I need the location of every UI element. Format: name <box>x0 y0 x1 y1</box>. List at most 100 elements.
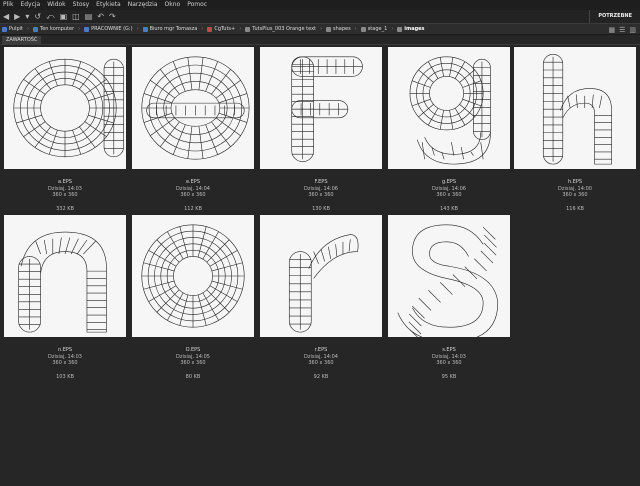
camera-icon[interactable]: ▣ <box>60 10 68 23</box>
folder-icon <box>397 26 403 32</box>
toolbar: ◀ ▶ ▾ ↺ ⤺ ▣ ◫ ▤ ↶ ↷ <box>0 10 640 23</box>
thumbnail-item[interactable]: a.EPS Dzisiaj, 14:03 360 x 360 332 KB <box>4 47 126 212</box>
breadcrumb-item[interactable]: PRACOWNIE (G:) <box>84 26 133 32</box>
breadcrumb-item[interactable]: Ten komputer <box>33 26 74 32</box>
thumbnail-preview[interactable] <box>260 215 382 337</box>
content-panel-tab[interactable]: ZAWARTOŚĆ <box>2 36 42 44</box>
breadcrumb-label: stage_1 <box>367 26 388 32</box>
list-view-icon[interactable]: ☰ <box>619 25 625 35</box>
menu-window[interactable]: Okno <box>165 0 181 10</box>
thumbnail-preview[interactable] <box>388 47 510 169</box>
thumbnail-item[interactable]: r.EPS Dzisiaj, 14:04 360 x 360 92 KB <box>260 215 382 380</box>
thumbnail-item[interactable]: F.EPS Dzisiaj, 14:06 360 x 360 130 KB <box>260 47 382 212</box>
thumbnail-metadata: h.EPS Dzisiaj, 14:00 360 x 360 116 KB <box>514 179 636 212</box>
menu-view[interactable]: Widok <box>47 0 65 10</box>
thumbnail-preview[interactable] <box>388 215 510 337</box>
view-controls: ▦ ☰ ▥ <box>604 25 636 35</box>
workspace-selector[interactable]: POTRZEBNE <box>589 10 640 23</box>
computer-icon <box>33 26 39 32</box>
folder-icon <box>142 26 148 32</box>
thumbnail-item[interactable]: O.EPS Dzisiaj, 14:05 360 x 360 80 KB <box>132 215 254 380</box>
thumbnail-item[interactable]: h.EPS Dzisiaj, 14:00 360 x 360 116 KB <box>514 47 636 212</box>
thumbnail-item[interactable]: g.EPS Dzisiaj, 14:06 360 x 360 143 KB <box>388 47 510 212</box>
folder-icon <box>245 26 251 32</box>
open-recent-icon[interactable]: ▤ <box>85 10 93 23</box>
folder-icon <box>207 26 213 32</box>
chevron-down-icon[interactable]: ▾ <box>25 10 29 23</box>
file-dimensions: 360 x 360 <box>436 360 462 366</box>
breadcrumb-item[interactable]: stage_1 <box>360 26 388 32</box>
drive-icon <box>84 26 90 32</box>
menu-file[interactable]: Plik <box>3 0 13 10</box>
breadcrumb-label: PRACOWNIE (G:) <box>91 26 133 32</box>
forward-icon[interactable]: ▶ <box>14 10 20 23</box>
breadcrumb-label: CgTuts+ <box>214 26 236 32</box>
chevron-right-icon: › <box>391 26 394 32</box>
file-dimensions: 360 x 360 <box>52 192 78 198</box>
breadcrumb-item[interactable]: shapes <box>326 26 351 32</box>
file-dimensions: 360 x 360 <box>436 192 462 198</box>
thumbnail-preview[interactable] <box>132 215 254 337</box>
menu-label[interactable]: Etykieta <box>96 0 121 10</box>
folder-icon <box>326 26 331 32</box>
refine-icon[interactable]: ◫ <box>72 10 80 23</box>
thumbnail-metadata: g.EPS Dzisiaj, 14:06 360 x 360 143 KB <box>388 179 510 212</box>
chevron-right-icon: › <box>354 26 357 32</box>
breadcrumb-item[interactable]: CgTuts+ <box>207 26 235 32</box>
thumbnail-metadata: F.EPS Dzisiaj, 14:06 360 x 360 130 KB <box>260 179 382 212</box>
thumbnail-metadata: n.EPS Dzisiaj, 14:03 360 x 360 103 KB <box>4 347 126 380</box>
menu-stacks[interactable]: Stosy <box>73 0 90 10</box>
file-dimensions: 360 x 360 <box>180 360 206 366</box>
file-dimensions: 360 x 360 <box>308 192 334 198</box>
thumbnail-metadata: s.EPS Dzisiaj, 14:03 360 x 360 95 KB <box>388 347 510 380</box>
file-size: 103 KB <box>56 373 74 380</box>
boomerang-icon[interactable]: ⤺ <box>46 10 55 23</box>
chevron-right-icon: › <box>201 26 204 32</box>
chevron-right-icon: › <box>239 26 242 32</box>
back-icon[interactable]: ◀ <box>3 10 9 23</box>
menu-bar: Plik Edycja Widok Stosy Etykieta Narzędz… <box>0 0 640 10</box>
breadcrumb-label: shapes <box>333 26 351 32</box>
chevron-right-icon: › <box>27 26 30 32</box>
breadcrumb-item[interactable]: Biuro mgr Tomasza <box>142 26 198 32</box>
breadcrumb-item[interactable]: images <box>397 26 425 32</box>
thumbnail-preview[interactable] <box>132 47 254 169</box>
breadcrumb-label: Ten komputer <box>40 26 75 32</box>
thumbnail-item[interactable]: n.EPS Dzisiaj, 14:03 360 x 360 103 KB <box>4 215 126 380</box>
chevron-right-icon: › <box>78 26 81 32</box>
breadcrumb-label: Biuro mgr Tomasza <box>149 26 198 32</box>
breadcrumb-label: images <box>404 26 425 32</box>
thumbnail-preview[interactable] <box>260 47 382 169</box>
grid-view-icon[interactable]: ▦ <box>608 25 615 35</box>
rotate-right-icon[interactable]: ↷ <box>109 10 116 23</box>
thumbnail-preview[interactable] <box>4 47 126 169</box>
file-dimensions: 360 x 360 <box>562 192 588 198</box>
file-size: 92 KB <box>313 373 329 380</box>
file-dimensions: 360 x 360 <box>180 192 206 198</box>
thumbnail-metadata: r.EPS Dzisiaj, 14:04 360 x 360 92 KB <box>260 347 382 380</box>
file-size: 112 KB <box>184 205 202 212</box>
folder-icon <box>360 26 366 32</box>
file-size: 130 KB <box>312 205 330 212</box>
panel-divider <box>0 44 640 45</box>
breadcrumb-item[interactable]: TutsPlus_003 Orange text <box>245 26 316 32</box>
file-size: 80 KB <box>185 373 201 380</box>
rotate-icon[interactable]: ↺ <box>34 10 41 23</box>
thumbnail-preview[interactable] <box>4 215 126 337</box>
thumbnail-metadata: e.EPS Dzisiaj, 14:04 360 x 360 112 KB <box>132 179 254 212</box>
thumbnail-preview[interactable] <box>514 47 636 169</box>
menu-tools[interactable]: Narzędzia <box>128 0 158 10</box>
file-dimensions: 360 x 360 <box>308 360 334 366</box>
chevron-right-icon: › <box>136 26 139 32</box>
chevron-right-icon: › <box>320 26 322 32</box>
details-view-icon[interactable]: ▥ <box>629 25 636 35</box>
thumbnail-item[interactable]: e.EPS Dzisiaj, 14:04 360 x 360 112 KB <box>132 47 254 212</box>
rotate-left-icon[interactable]: ↶ <box>97 10 104 23</box>
breadcrumb-item[interactable]: Pulpit <box>2 26 23 32</box>
menu-edit[interactable]: Edycja <box>20 0 40 10</box>
desktop-icon <box>2 26 7 32</box>
breadcrumb-label: Pulpit <box>9 26 24 32</box>
thumbnail-item[interactable]: s.EPS Dzisiaj, 14:03 360 x 360 95 KB <box>388 215 510 380</box>
file-size: 116 KB <box>566 205 584 212</box>
menu-help[interactable]: Pomoc <box>187 0 207 10</box>
